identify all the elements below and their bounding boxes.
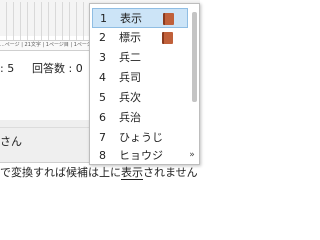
grid-line [55, 2, 62, 40]
grid-line [20, 2, 27, 40]
document-status-bar: ...ページ | 21文字 | 1ページ目 | 1ページ中 | 1行目 [0, 40, 96, 51]
candidate-number: 8 [99, 149, 106, 162]
candidate-number: 6 [99, 111, 106, 124]
candidate-number: 2 [99, 31, 106, 44]
grid-line [76, 2, 83, 40]
user-name-suffix: さん [0, 135, 22, 148]
ime-scrollbar[interactable] [192, 12, 197, 142]
dictionary-book-icon [163, 13, 174, 25]
ime-candidate-4[interactable]: 4 兵司 [92, 68, 188, 88]
stat-value: : 5 [0, 62, 15, 75]
ime-candidate-7[interactable]: 7 ひょうじ [92, 128, 188, 148]
grid-line [34, 2, 41, 40]
candidate-word: ひょうじ [119, 131, 163, 144]
ime-candidate-6[interactable]: 6 兵治 [92, 108, 188, 128]
candidate-number: 5 [99, 91, 106, 104]
ime-scrollbar-thumb[interactable] [192, 12, 197, 102]
candidate-number: 3 [99, 51, 106, 64]
candidate-word: ヒョウジ [119, 149, 163, 162]
grid-line [48, 2, 55, 40]
sentence-text-after: されません [143, 166, 198, 179]
candidate-word: 標示 [119, 31, 141, 44]
dictionary-book-icon [162, 32, 173, 44]
grid-line [27, 2, 34, 40]
candidate-number: 7 [99, 131, 106, 144]
ime-candidate-1[interactable]: 1 表示 [92, 8, 188, 28]
candidate-number: 4 [99, 71, 106, 84]
answer-count: 回答数 : 0 [32, 62, 83, 75]
grid-line [13, 2, 20, 40]
sentence-text-before: で変換すれば候補は上に [0, 166, 121, 179]
ime-candidate-8[interactable]: 8 ヒョウジ [92, 146, 188, 166]
composing-text: 表示 [121, 166, 143, 180]
candidate-word: 兵次 [119, 91, 141, 104]
stats-row: : 5 回答数 : 0 [0, 62, 83, 76]
ime-expand-button[interactable]: » [187, 149, 197, 161]
candidate-number: 1 [100, 12, 107, 25]
candidate-word: 兵二 [119, 51, 141, 64]
ime-candidate-2[interactable]: 2 標示 [92, 28, 188, 48]
ime-candidate-3[interactable]: 3 兵二 [92, 48, 188, 68]
candidate-word: 兵司 [119, 71, 141, 84]
body-sentence: で変換すれば候補は上に表示されません [0, 166, 198, 180]
candidate-word: 兵治 [119, 111, 141, 124]
grid-line [41, 2, 48, 40]
ime-candidate-window: 1 表示 2 標示 3 兵二 4 兵司 5 兵次 6 兵治 7 ひょうじ 8 ヒ… [89, 3, 200, 165]
grid-line [62, 2, 69, 40]
grid-line [6, 2, 13, 40]
candidate-word: 表示 [120, 12, 142, 25]
ime-candidate-5[interactable]: 5 兵次 [92, 88, 188, 108]
grid-line [69, 2, 76, 40]
